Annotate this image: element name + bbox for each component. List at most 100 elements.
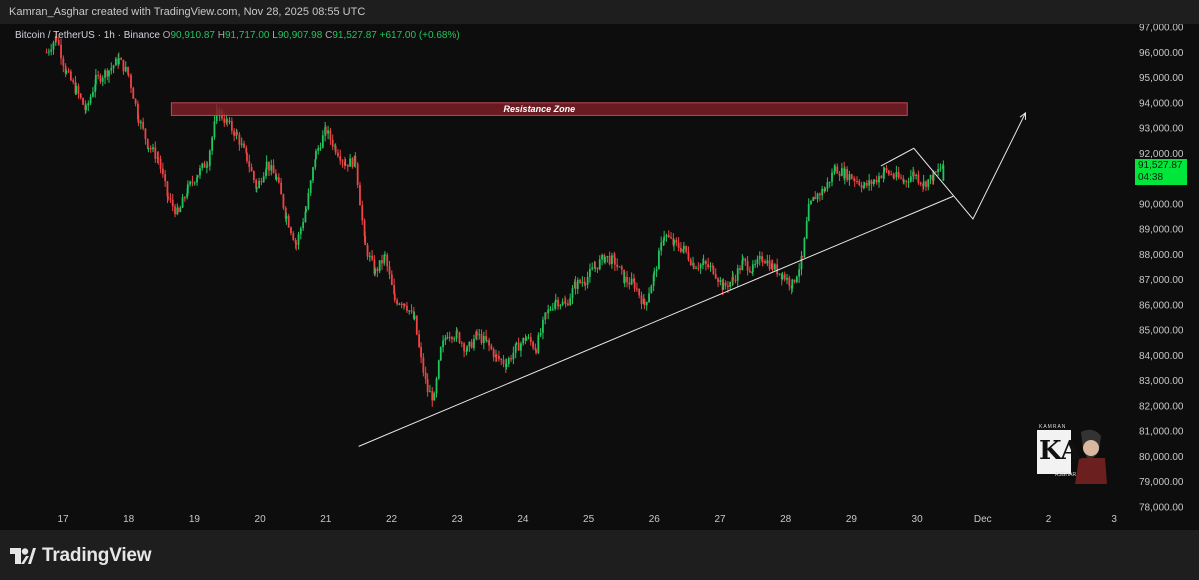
candle-body [500, 359, 503, 361]
candle-body [422, 357, 425, 373]
candle-body [112, 65, 115, 69]
candle-body [250, 167, 253, 172]
candle-body [236, 132, 239, 135]
candle-body [329, 130, 332, 140]
candle-body [446, 336, 449, 339]
candle-body [106, 70, 109, 77]
candle-body [525, 337, 528, 341]
candle-body [468, 341, 471, 347]
candle-body [596, 267, 599, 270]
candle-body [137, 119, 140, 124]
candle-body [810, 200, 812, 204]
last-price-value: 91,527.87 [1138, 160, 1183, 171]
symbol-legend: Bitcoin / TetherUS · 1h · Binance O90,91… [15, 30, 460, 41]
candle-body [557, 299, 559, 307]
candle-body [628, 282, 631, 285]
candle-body [410, 310, 413, 312]
candle-body [788, 277, 791, 286]
candle-body [517, 342, 520, 351]
candle-body [258, 181, 261, 188]
candle-body [327, 130, 329, 134]
symbol-label: Bitcoin / TetherUS · 1h · Binance [15, 30, 160, 41]
y-tick-label: 81,000.00 [1139, 427, 1184, 438]
candle-body [193, 182, 196, 184]
candle-body [149, 147, 152, 150]
candle-body [807, 203, 810, 222]
candle-body [396, 300, 398, 305]
candle-body [321, 135, 324, 148]
candle-body [505, 364, 508, 367]
candle-body [594, 267, 597, 269]
candle-body [564, 303, 567, 305]
x-tick-label: 18 [123, 514, 135, 525]
candle-body [85, 105, 87, 110]
x-tick-label: 2 [1046, 514, 1052, 525]
price-chart[interactable]: 97,000.00 96,000.00 95,000.00 94,000.00 93,0… [0, 24, 1199, 530]
candle-body [551, 308, 554, 310]
candle-body [598, 259, 601, 270]
candle-body [295, 243, 298, 245]
candle-body [702, 260, 705, 264]
candle-body [875, 179, 878, 183]
candle-body [834, 166, 836, 172]
candle-body [697, 267, 700, 269]
candle-body [341, 160, 344, 162]
candle-body [346, 164, 349, 167]
candle-body [69, 71, 72, 81]
candle-body [255, 187, 258, 189]
candle-body [655, 269, 658, 272]
candle-body [722, 282, 725, 290]
candle-body [492, 349, 495, 358]
y-tick-label: 80,000.00 [1139, 452, 1184, 463]
candle-body [650, 285, 653, 294]
candle-body [174, 206, 176, 215]
candle-body [265, 161, 268, 170]
candle-body [873, 179, 876, 182]
candle-body [337, 152, 339, 157]
candle-body [512, 352, 515, 360]
candle-body [890, 174, 893, 176]
candle-body [104, 70, 106, 78]
y-tick-label: 83,000.00 [1139, 376, 1184, 387]
x-tick-label: 30 [912, 514, 924, 525]
candle-body [356, 163, 359, 185]
candle-body [315, 150, 317, 160]
candle-body [376, 268, 379, 272]
candle-body [673, 239, 675, 245]
candle-body [386, 254, 389, 267]
candle-body [60, 44, 62, 59]
candle-body [87, 103, 90, 106]
tradingview-logo[interactable]: TradingView [10, 545, 152, 567]
candle-body [576, 280, 579, 289]
candle-body [154, 147, 157, 159]
candle-body [498, 355, 500, 360]
candle-body [623, 276, 626, 283]
resistance-zone-label: Resistance Zone [504, 104, 576, 114]
candle-body [887, 170, 890, 175]
candle-body [466, 346, 468, 351]
y-tick-label: 78,000.00 [1139, 503, 1184, 514]
candle-body [739, 268, 741, 270]
candle-body [230, 121, 233, 131]
candle-body [277, 177, 280, 183]
candle-body [282, 194, 285, 208]
candle-body [742, 258, 744, 261]
top-bar: Kamran_Asghar created with TradingView.c… [0, 0, 1199, 24]
candle-body [75, 86, 78, 94]
y-tick-label: 95,000.00 [1139, 73, 1184, 84]
candle-body [331, 139, 334, 147]
x-tick-label: 3 [1111, 514, 1117, 525]
candle-body [675, 239, 678, 243]
candle-body [682, 245, 685, 250]
candle-body [929, 175, 932, 180]
candle-body [364, 236, 367, 246]
candle-body [272, 165, 275, 174]
candle-body [437, 360, 440, 379]
candle-body [139, 121, 142, 124]
x-tick-label: 29 [846, 514, 858, 525]
candle-body [246, 152, 248, 162]
candle-body [915, 174, 918, 176]
candle-body [79, 93, 82, 98]
candle-body [771, 263, 774, 270]
candle-body [262, 176, 265, 183]
